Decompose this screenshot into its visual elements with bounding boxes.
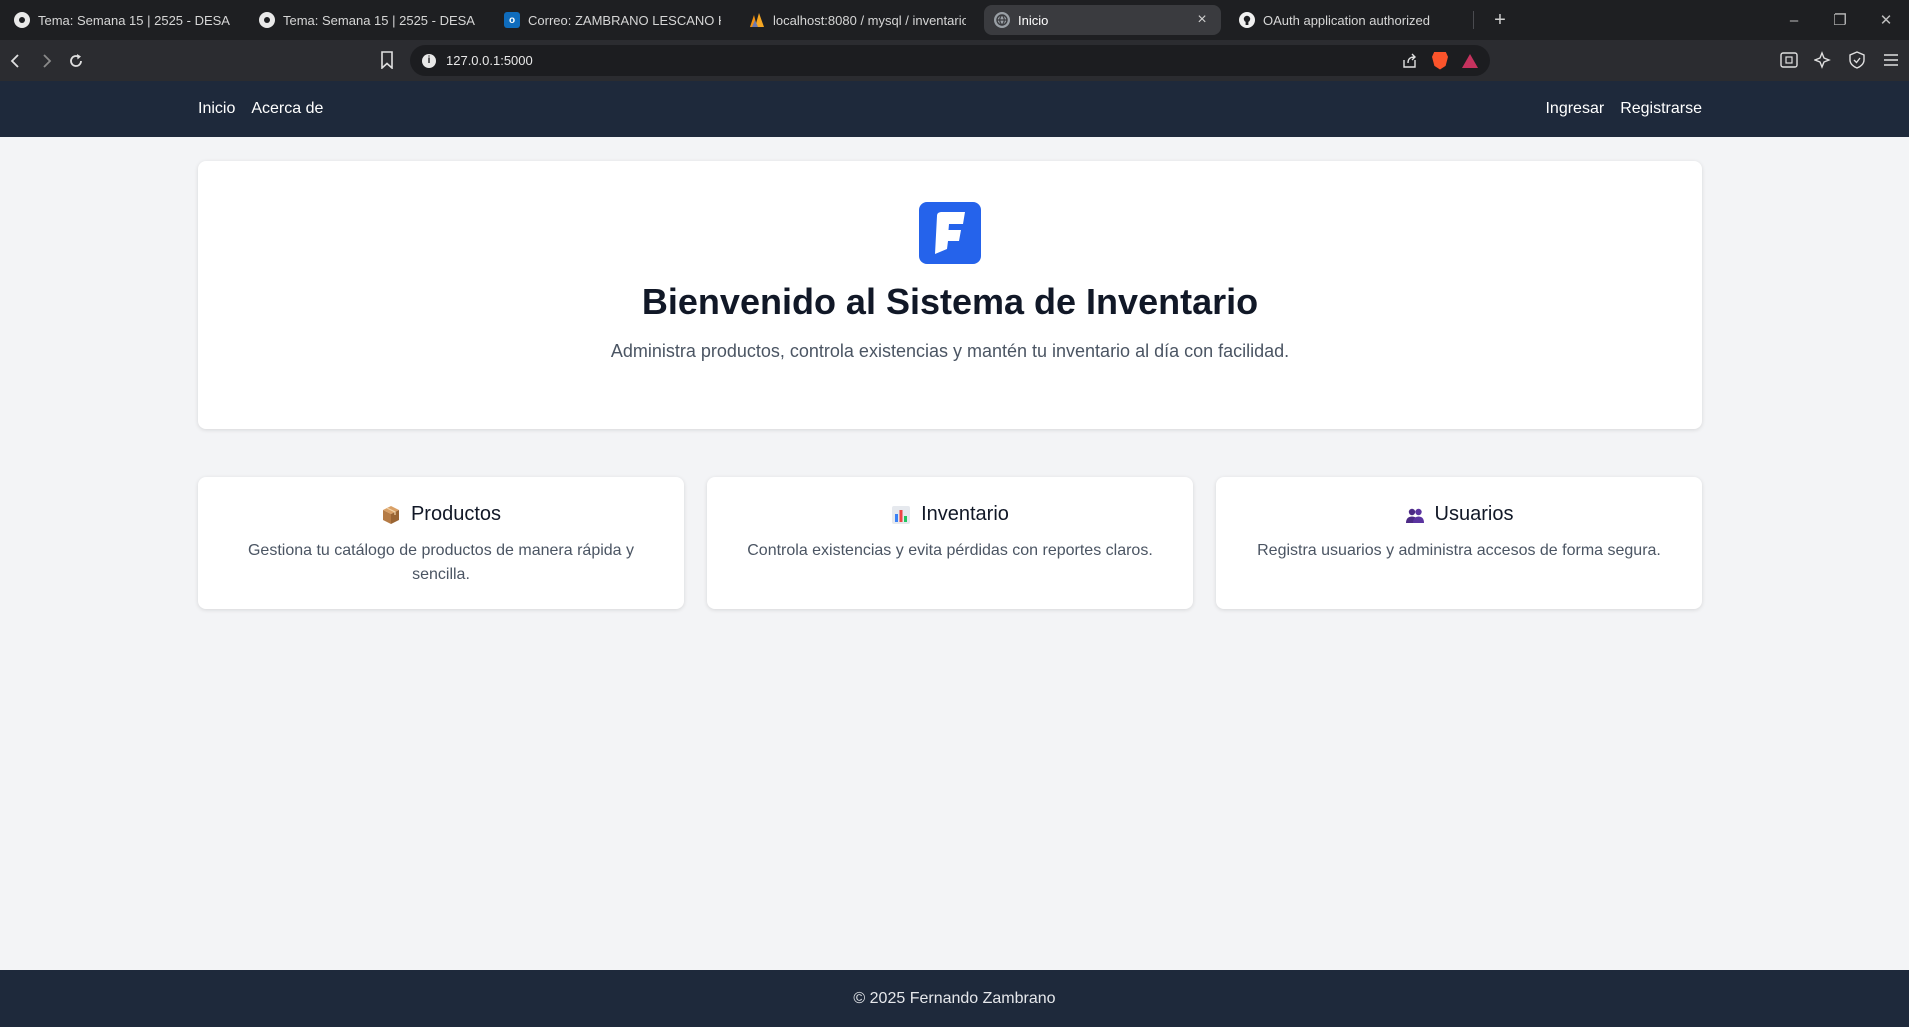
reload-button[interactable] <box>62 47 90 75</box>
bookmark-button[interactable] <box>376 46 398 74</box>
phpmyadmin-icon <box>749 12 765 28</box>
feature-cards: Productos Gestiona tu catálogo de produc… <box>198 477 1702 609</box>
share-icon[interactable] <box>1402 53 1418 69</box>
nav-right-links: Ingresar Registrarse <box>1545 81 1702 137</box>
new-tab-button[interactable]: + <box>1488 9 1512 32</box>
back-icon <box>10 53 19 68</box>
flask-logo-icon <box>919 202 981 264</box>
nav-link-inicio[interactable]: Inicio <box>198 100 235 118</box>
browser-tabstrip: Tema: Semana 15 | 2525 - DESARROLLO Tema… <box>0 0 1909 40</box>
leo-ai-icon[interactable] <box>1813 50 1833 70</box>
vpn-shield-icon[interactable] <box>1847 50 1867 70</box>
tab-title: Inicio <box>1018 12 1049 28</box>
nav-link-ingresar[interactable]: Ingresar <box>1545 100 1604 118</box>
close-window-icon[interactable]: ✕ <box>1863 11 1909 29</box>
card-header: Productos <box>198 503 684 526</box>
brave-shields-icon[interactable] <box>1432 51 1448 70</box>
card-inventario[interactable]: Inventario Controla existencias y evita … <box>707 477 1193 609</box>
browser-tab[interactable]: Tema: Semana 15 | 2525 - DESARROLLO <box>4 5 241 35</box>
card-description: Controla existencias y evita pérdidas co… <box>747 542 1153 559</box>
bookmark-icon <box>381 51 393 69</box>
browser-tab[interactable]: o Correo: ZAMBRANO LESCANO HENRY <box>494 5 731 35</box>
card-description: Registra usuarios y administra accesos d… <box>1257 542 1661 559</box>
tab-title: OAuth application authorized <box>1263 12 1430 28</box>
card-title: Usuarios <box>1434 503 1514 525</box>
page-title: Bienvenido al Sistema de Inventario <box>641 281 1259 322</box>
package-icon <box>382 505 399 524</box>
toolbar-actions <box>1779 46 1901 74</box>
restore-icon[interactable]: ❐ <box>1817 11 1863 29</box>
users-icon <box>1405 508 1424 523</box>
hero-card: Bienvenido al Sistema de Inventario Admi… <box>198 161 1702 429</box>
tab-separator <box>1473 11 1474 29</box>
github-icon <box>1239 12 1255 28</box>
site-info-icon[interactable]: i <box>422 53 436 68</box>
card-header: Usuarios <box>1216 503 1702 526</box>
card-header: Inventario <box>707 503 1193 526</box>
card-usuarios[interactable]: Usuarios Registra usuarios y administra … <box>1216 477 1702 609</box>
back-button[interactable] <box>2 47 30 75</box>
moodle-icon <box>14 12 30 28</box>
brave-rewards-icon[interactable] <box>1462 53 1478 68</box>
reload-icon <box>70 53 82 67</box>
forward-button[interactable] <box>32 47 60 75</box>
browser-toolbar: i 127.0.0.1:5000 <box>0 40 1909 81</box>
bar-chart-icon <box>892 505 911 524</box>
address-bar[interactable]: i 127.0.0.1:5000 <box>410 45 1490 76</box>
app-navbar: Inicio Acerca de Ingresar Registrarse <box>0 81 1909 137</box>
sidebar-icon[interactable] <box>1779 50 1799 70</box>
browser-tab[interactable]: Tema: Semana 15 | 2525 - DESARROLLO <box>249 5 486 35</box>
moodle-icon <box>259 12 275 28</box>
nav-link-acerca-de[interactable]: Acerca de <box>251 100 323 118</box>
url-text[interactable]: 127.0.0.1:5000 <box>446 53 533 68</box>
tab-title: localhost:8080 / mysql / inventario / p <box>773 12 966 28</box>
outlook-icon: o <box>504 12 520 28</box>
card-productos[interactable]: Productos Gestiona tu catálogo de produc… <box>198 477 684 609</box>
minimize-icon[interactable]: – <box>1771 12 1817 29</box>
browser-tab[interactable]: localhost:8080 / mysql / inventario / p <box>739 5 976 35</box>
globe-icon <box>994 12 1010 28</box>
browser-tab-active[interactable]: Inicio × <box>984 5 1221 35</box>
page-subtitle: Administra productos, controla existenci… <box>610 341 1290 361</box>
window-controls: – ❐ ✕ <box>1771 0 1909 40</box>
card-title: Inventario <box>921 503 1009 525</box>
nav-link-registrarse[interactable]: Registrarse <box>1620 100 1702 118</box>
tab-title: Tema: Semana 15 | 2525 - DESARROLLO <box>283 12 476 28</box>
menu-icon[interactable] <box>1881 50 1901 70</box>
close-tab-icon[interactable]: × <box>1193 11 1211 29</box>
page-footer: © 2025 Fernando Zambrano <box>0 970 1909 1027</box>
nav-left-links: Inicio Acerca de <box>198 81 323 137</box>
card-title: Productos <box>410 503 502 525</box>
tab-title: Tema: Semana 15 | 2525 - DESARROLLO <box>38 12 231 28</box>
browser-tab[interactable]: OAuth application authorized <box>1229 5 1466 35</box>
tab-title: Correo: ZAMBRANO LESCANO HENRY <box>528 12 721 28</box>
forward-icon <box>43 53 52 68</box>
card-description: Gestiona tu catálogo de productos de man… <box>247 542 635 583</box>
footer-copyright: © 2025 Fernando Zambrano <box>853 989 1056 1007</box>
